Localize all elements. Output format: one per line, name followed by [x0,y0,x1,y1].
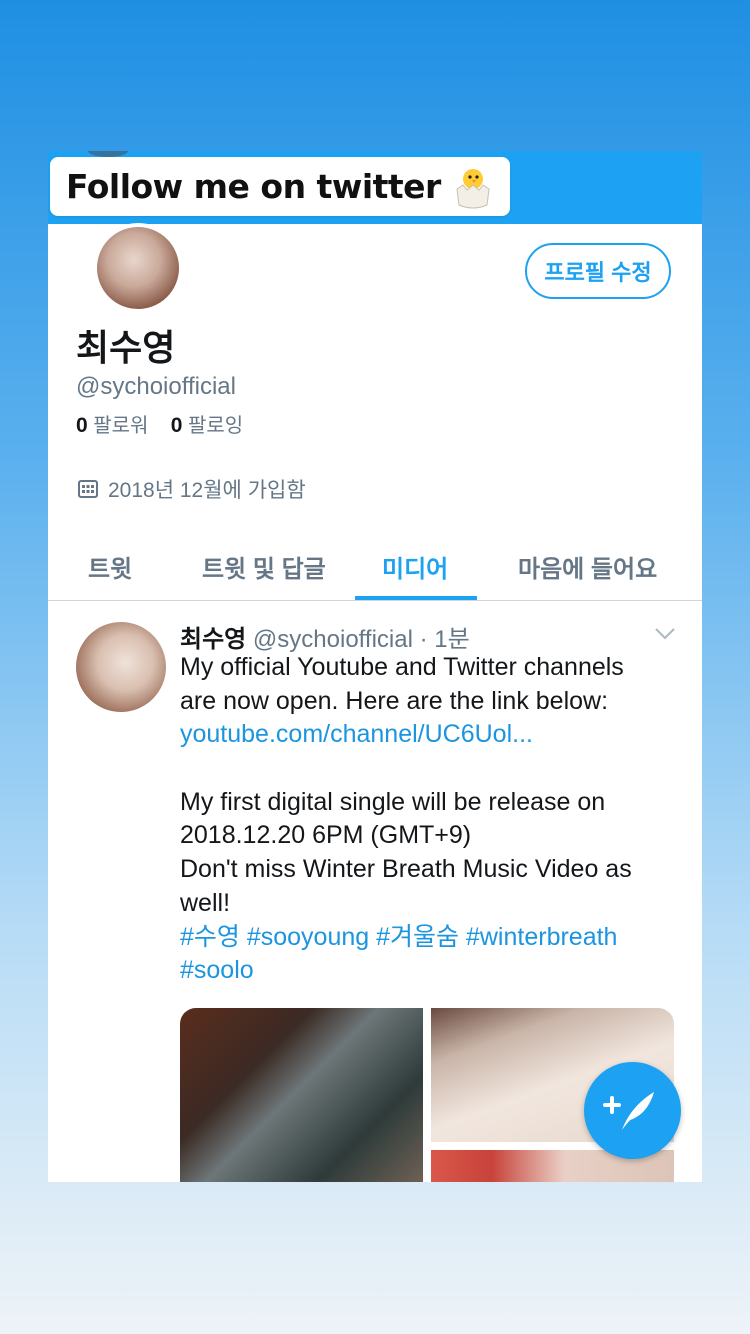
tab-media[interactable]: 미디어 [382,549,448,584]
tweet-avatar[interactable] [76,622,166,712]
following-link[interactable]: 0 팔로잉 [171,414,243,437]
compose-tweet-icon [603,1092,654,1130]
profile-avatar[interactable] [93,223,183,313]
tweet-text: My official Youtube and Twitter channels… [180,651,680,988]
tweet-author-handle[interactable]: @sychoiofficial [253,626,413,653]
tab-likes[interactable]: 마음에 들어요 [518,549,657,584]
joined-text: 2018년 12월에 가입함 [108,479,306,502]
tweet-hashtags[interactable]: #soolo [180,954,680,988]
edit-profile-button[interactable]: 프로필 수정 [525,243,671,299]
media-image-1[interactable] [180,1008,423,1182]
chevron-down-icon[interactable] [654,627,676,641]
tweet-line: well! [180,888,231,917]
tweet-line: Don't miss Winter Breath Music Video as [180,855,632,884]
hatching-chick-icon [456,168,490,208]
tweet-link[interactable]: youtube.com/channel/UC6Uol... [180,718,680,752]
compose-tweet-button[interactable] [584,1062,681,1159]
profile-handle: @sychoiofficial [76,373,236,400]
joined-date: 2018년 12월에 가입함 [78,474,306,504]
profile-name: 최수영 [76,327,176,368]
active-tab-indicator [355,596,477,600]
tweet-line: My first digital single will be release … [180,787,606,816]
follow-sticker: Follow me on twitter [50,157,510,216]
tab-tweets[interactable]: 트윗 [88,549,132,584]
tweet-header: 최수영 @sychoiofficial · 1분 [180,619,470,654]
profile-tabs: 트윗 트윗 및 답글 미디어 마음에 들어요 [48,531,702,601]
tweet-time: · 1분 [419,626,470,653]
followers-link[interactable]: 0 팔로워 [76,414,148,437]
profile-card: Follow me on twitter 프로필 수정 최수영 @sychoio… [48,151,702,1182]
tweet-hashtags[interactable]: #수영 #sooyoung #겨울숨 #winterbreath [180,921,680,955]
follow-stats: 0 팔로워 0 팔로잉 [76,409,243,438]
tab-tweets-replies[interactable]: 트윗 및 답글 [202,549,326,584]
tweet-line: 2018.12.20 6PM (GMT+9) [180,821,472,850]
sticker-text: Follow me on twitter [66,167,441,206]
tweet-line: are now open. Here are the link below: [180,686,609,715]
calendar-icon [78,480,98,498]
tweet-author-name[interactable]: 최수영 [180,626,246,653]
tweet-line: My official Youtube and Twitter channels [180,653,624,681]
